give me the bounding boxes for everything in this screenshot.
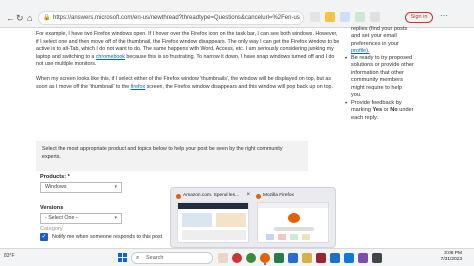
- preview-title: Mozilla Firefox: [255, 192, 331, 200]
- versions-select[interactable]: - Select One - ▾: [40, 213, 122, 224]
- firefox-icon: [176, 194, 181, 199]
- settings-icon[interactable]: [372, 253, 382, 263]
- clock-date: 7/31/2023: [440, 257, 462, 262]
- chevron-down-icon: ▾: [114, 184, 117, 190]
- notify-label: Notify me when someone responds to this …: [52, 234, 163, 240]
- access-icon[interactable]: [316, 253, 326, 263]
- tip-line: and set your email: [351, 33, 397, 40]
- outlook-icon[interactable]: [330, 253, 340, 263]
- tip-be-ready: Be ready to try proposed solutions or pr…: [351, 55, 463, 99]
- sheets-icon[interactable]: [274, 253, 284, 263]
- opera-icon[interactable]: [232, 253, 242, 263]
- address-bar[interactable]: 🔒 https://answers.microsoft.com/en-us/ne…: [38, 11, 304, 25]
- tip-line: Provide feedback by: [351, 100, 402, 106]
- preview-title: Amazon.com. Spend les...: [175, 192, 251, 200]
- app-icon[interactable]: [358, 253, 368, 263]
- tip-line: might require to help: [351, 84, 402, 91]
- notify-checkbox[interactable]: ✓: [40, 233, 48, 241]
- start-button[interactable]: [118, 253, 127, 262]
- tip-line: each reply.: [351, 114, 378, 121]
- refresh-icon[interactable]: ↻: [16, 13, 24, 23]
- tip-line: community members: [351, 77, 403, 84]
- close-icon[interactable]: ×: [246, 192, 250, 198]
- address-bar-url: https://answers.microsoft.com/en-us/newt…: [53, 15, 300, 21]
- firefox-taskbar-icon[interactable]: [260, 253, 270, 263]
- tip-line: Be ready to try proposed: [351, 55, 413, 61]
- post-body-paragraph-1: For example, I have two Firefox windows …: [36, 31, 340, 69]
- back-icon[interactable]: ←: [6, 13, 15, 23]
- products-label: Products: *: [40, 174, 70, 180]
- search-icon: ⌕: [136, 255, 140, 261]
- tip-text: marking: [351, 107, 373, 114]
- chevron-down-icon: ▾: [114, 215, 117, 221]
- firefox-icon: [256, 194, 261, 199]
- preview-window-firefox[interactable]: Mozilla Firefox: [255, 192, 331, 245]
- tip-text: under: [397, 107, 414, 114]
- word-icon[interactable]: [288, 253, 298, 263]
- taskbar-search[interactable]: ⌕ Search: [131, 252, 213, 264]
- tip-no: No: [390, 107, 398, 114]
- post-body-paragraph-2: When my screen looks like this, if I sel…: [36, 76, 340, 91]
- taskbar-thumbnail-preview: Amazon.com. Spend les... × Mozilla Firef…: [170, 187, 336, 248]
- bullet-icon: •: [345, 101, 348, 107]
- windows-taskbar: 83°F ⌕ Search 3:08 PM 7/31/2023: [0, 248, 474, 266]
- system-clock[interactable]: 3:08 PM 7/31/2023: [422, 251, 462, 263]
- extension-icons: [310, 12, 383, 24]
- bullet-icon: •: [345, 56, 348, 62]
- products-value: Windows: [45, 184, 67, 190]
- home-icon[interactable]: ⌂: [27, 13, 32, 23]
- post-text: screen, the Firefox window disappears an…: [145, 83, 333, 90]
- extension-icon[interactable]: [354, 12, 365, 22]
- preview-thumbnail: [257, 202, 329, 243]
- posting-tips-panel: replies (find your posts and set your em…: [341, 26, 474, 248]
- tip-line: replies (find your posts: [351, 26, 408, 32]
- tip-continuation: replies (find your posts and set your em…: [351, 26, 463, 56]
- explorer-icon[interactable]: [302, 253, 312, 263]
- preview-title-text: Amazon.com. Spend les...: [183, 193, 239, 198]
- profile-link[interactable]: profile).: [351, 48, 370, 54]
- browser-toolbar: ← ↻ ⌂ 🔒 https://answers.microsoft.com/en…: [0, 0, 474, 28]
- favorite-star-icon[interactable]: [324, 12, 335, 22]
- preview-window-amazon[interactable]: Amazon.com. Spend les... ×: [175, 192, 251, 245]
- screen: ← ↻ ⌂ 🔒 https://answers.microsoft.com/en…: [0, 0, 474, 266]
- search-label: Search: [146, 255, 164, 261]
- versions-label: Versions: [40, 205, 64, 211]
- tip-line: information that other: [351, 69, 404, 76]
- products-select[interactable]: Windows ▾: [40, 182, 122, 193]
- tip-line: preferences in your: [351, 40, 399, 47]
- chrome-icon[interactable]: [246, 253, 256, 263]
- lock-icon: 🔒: [43, 15, 51, 21]
- sign-in-button[interactable]: Sign in: [405, 12, 433, 23]
- tip-line: solutions or provide other: [351, 62, 414, 69]
- tip-feedback: Provide feedback by marking Yes or No un…: [351, 100, 463, 122]
- more-menu-icon[interactable]: ⋯: [440, 11, 448, 20]
- versions-value: - Select One -: [45, 215, 78, 221]
- product-instructions: Select the most appropriate product and …: [36, 141, 308, 171]
- tip-line: you.: [351, 92, 362, 99]
- chromebook-link[interactable]: chromebook: [96, 54, 125, 60]
- tip-yes: Yes: [372, 107, 383, 114]
- font-size-icon[interactable]: [310, 12, 320, 22]
- firefox-link[interactable]: firefox: [131, 84, 145, 90]
- collections-icon[interactable]: [339, 12, 350, 22]
- task-view-icon[interactable]: [218, 253, 228, 263]
- weather-widget[interactable]: 83°F: [4, 253, 15, 259]
- preview-thumbnail: [177, 202, 249, 243]
- preview-title-text: Mozilla Firefox: [263, 193, 294, 198]
- tip-text: or: [382, 107, 391, 114]
- category-label: Category: [40, 226, 63, 232]
- edge-icon[interactable]: [344, 253, 354, 263]
- profile-icon[interactable]: [369, 12, 380, 22]
